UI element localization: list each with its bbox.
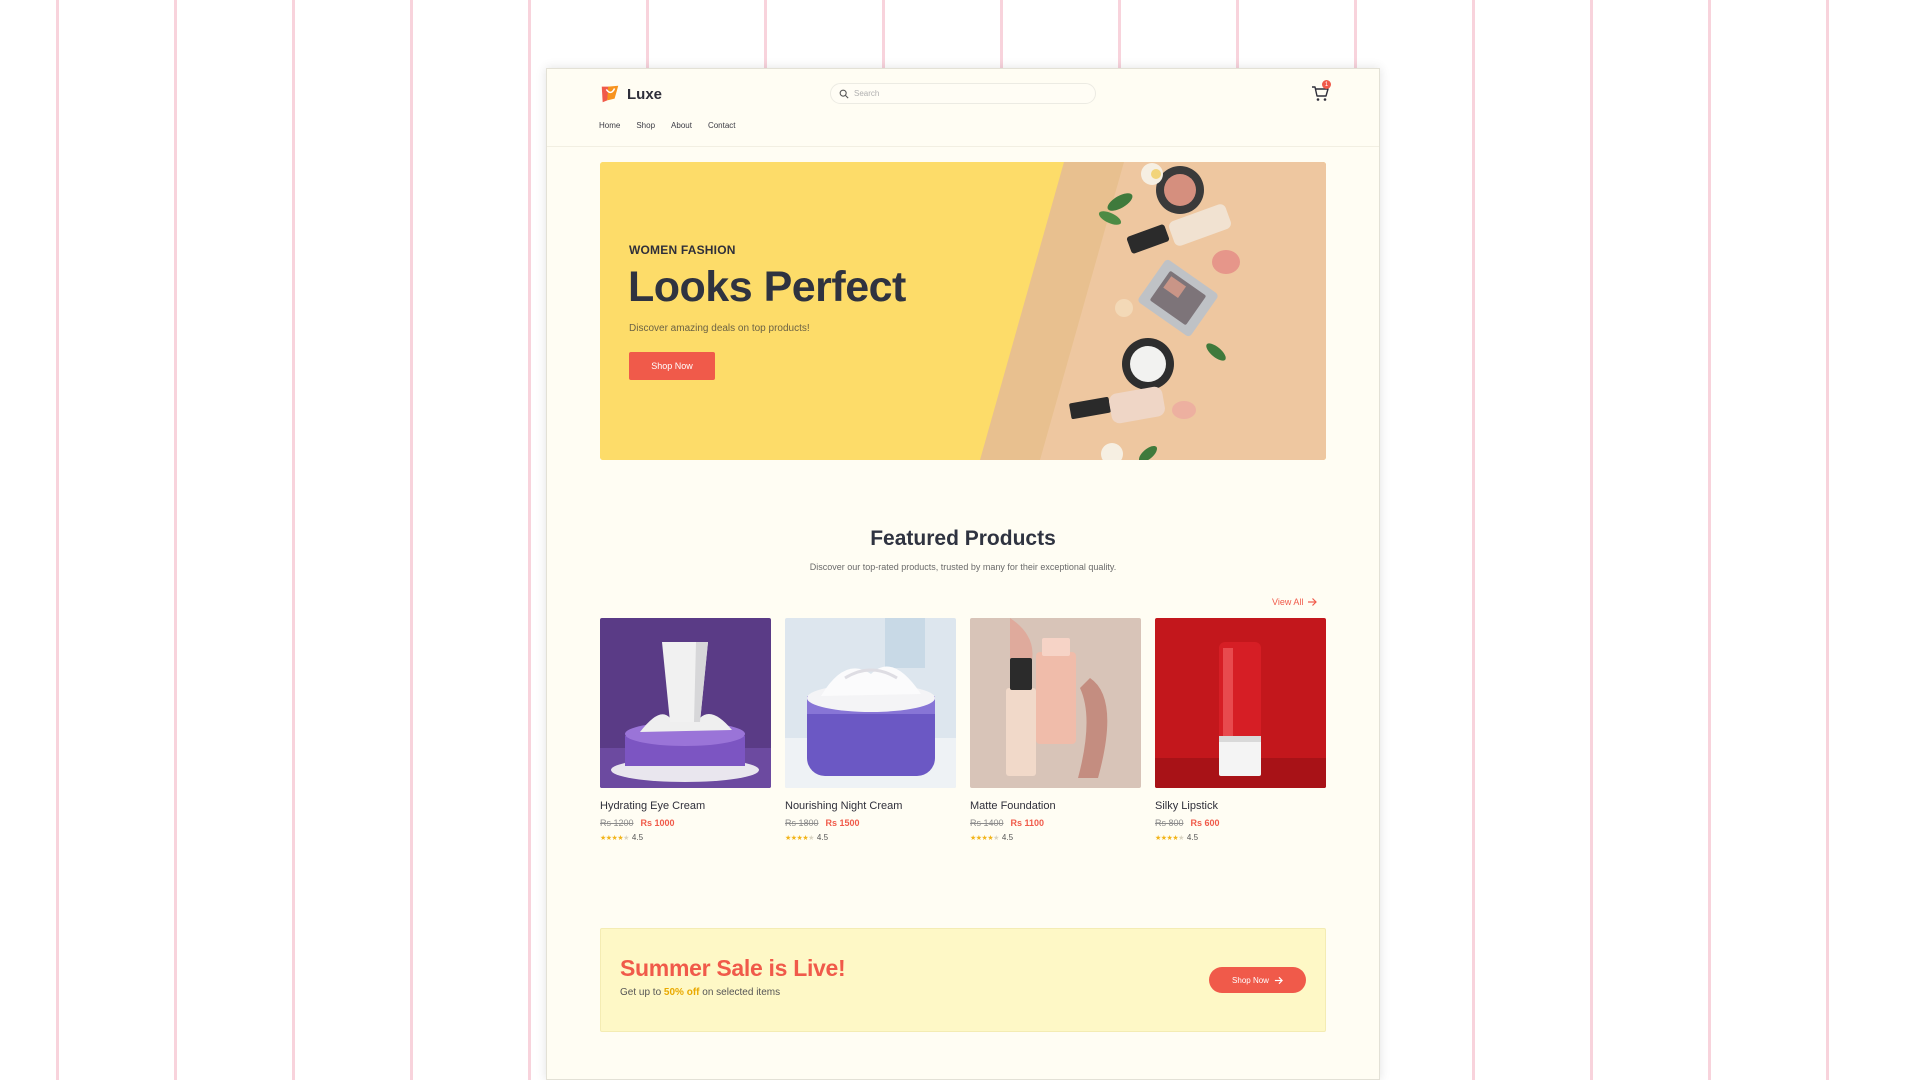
site-header: Luxe 1 Home Shop About Contact bbox=[547, 69, 1379, 147]
search-input[interactable] bbox=[854, 89, 1074, 98]
product-name[interactable]: Silky Lipstick bbox=[1155, 800, 1326, 812]
product-card[interactable]: Hydrating Eye Cream Rs 1200 Rs 1000 ★★★★… bbox=[600, 618, 771, 842]
star-icon: ★★★★★ bbox=[970, 834, 999, 842]
product-image-eye-cream[interactable] bbox=[600, 618, 771, 788]
product-name[interactable]: Hydrating Eye Cream bbox=[600, 800, 771, 812]
view-all-label: View All bbox=[1272, 597, 1304, 607]
featured-subtitle: Discover our top-rated products, trusted… bbox=[809, 562, 1117, 572]
old-price: Rs 1800 bbox=[785, 818, 819, 828]
summer-sale-banner: Summer Sale is Live! Get up to 50% off o… bbox=[600, 928, 1326, 1032]
brand-logo[interactable]: Luxe bbox=[599, 83, 662, 105]
star-icon: ★★★★★ bbox=[785, 834, 814, 842]
nav-shop[interactable]: Shop bbox=[636, 121, 655, 130]
hero-title: Looks Perfect bbox=[628, 263, 906, 311]
main-nav: Home Shop About Contact bbox=[599, 121, 736, 130]
product-image-lipstick[interactable] bbox=[1155, 618, 1326, 788]
product-name[interactable]: Matte Foundation bbox=[970, 800, 1141, 812]
star-icon: ★★★★★ bbox=[1155, 834, 1184, 842]
product-name[interactable]: Nourishing Night Cream bbox=[785, 800, 956, 812]
arrow-right-icon bbox=[1274, 976, 1283, 984]
sale-price: Rs 1500 bbox=[825, 818, 860, 828]
sale-text-after: on selected items bbox=[699, 987, 781, 998]
page-frame: Luxe 1 Home Shop About Contact bbox=[546, 68, 1380, 1080]
night-cream-jar-image bbox=[785, 618, 956, 788]
cart-count-badge: 1 bbox=[1322, 80, 1331, 89]
product-grid: Hydrating Eye Cream Rs 1200 Rs 1000 ★★★★… bbox=[600, 618, 1326, 858]
rating-value: 4.5 bbox=[1001, 833, 1014, 842]
nav-about[interactable]: About bbox=[671, 121, 692, 130]
search-bar[interactable] bbox=[830, 83, 1096, 104]
hero-banner: WOMEN FASHION Looks Perfect Discover ama… bbox=[600, 162, 1326, 460]
product-rating: ★★★★★ 4.5 bbox=[970, 833, 1141, 842]
product-card[interactable]: Silky Lipstick Rs 800 Rs 600 ★★★★★ 4.5 bbox=[1155, 618, 1326, 842]
hero-eyebrow: WOMEN FASHION bbox=[629, 243, 736, 257]
brand-name: Luxe bbox=[627, 85, 663, 103]
sale-shop-now-button[interactable]: Shop Now bbox=[1209, 967, 1306, 993]
featured-title: Featured Products bbox=[870, 527, 1056, 550]
product-rating: ★★★★★ 4.5 bbox=[600, 833, 771, 842]
foundation-bottle-image bbox=[970, 618, 1141, 788]
rating-value: 4.5 bbox=[631, 833, 644, 842]
product-rating: ★★★★★ 4.5 bbox=[785, 833, 956, 842]
rating-value: 4.5 bbox=[816, 833, 829, 842]
cart-button[interactable]: 1 bbox=[1310, 80, 1331, 103]
eye-cream-tube-image bbox=[600, 618, 771, 788]
sale-text-before: Get up to bbox=[620, 987, 664, 998]
logo-mark-icon bbox=[601, 85, 619, 103]
sale-price: Rs 1000 bbox=[640, 818, 675, 828]
product-card[interactable]: Nourishing Night Cream Rs 1800 Rs 1500 ★… bbox=[785, 618, 956, 842]
nav-home[interactable]: Home bbox=[599, 121, 620, 130]
old-price: Rs 800 bbox=[1155, 818, 1184, 828]
product-image-night-cream[interactable] bbox=[785, 618, 956, 788]
rating-value: 4.5 bbox=[1186, 833, 1199, 842]
sale-subtitle: Get up to 50% off on selected items bbox=[620, 987, 780, 998]
sale-button-label: Shop Now bbox=[1232, 975, 1269, 985]
view-all-link[interactable]: View All bbox=[1272, 597, 1318, 607]
old-price: Rs 1400 bbox=[970, 818, 1004, 828]
hero-subtitle: Discover amazing deals on top products! bbox=[629, 323, 810, 334]
sale-price: Rs 1100 bbox=[1010, 818, 1045, 828]
star-icon: ★★★★★ bbox=[600, 834, 629, 842]
arrow-right-icon bbox=[1308, 598, 1318, 606]
product-rating: ★★★★★ 4.5 bbox=[1155, 833, 1326, 842]
product-price: Rs 1400 Rs 1100 bbox=[970, 818, 1141, 828]
lipstick-image bbox=[1155, 618, 1326, 788]
product-price: Rs 1200 Rs 1000 bbox=[600, 818, 771, 828]
sale-price: Rs 600 bbox=[1190, 818, 1220, 828]
product-price: Rs 800 Rs 600 bbox=[1155, 818, 1326, 828]
old-price: Rs 1200 bbox=[600, 818, 634, 828]
nav-contact[interactable]: Contact bbox=[708, 121, 736, 130]
search-icon bbox=[839, 89, 849, 99]
sale-discount-highlight: 50% off bbox=[663, 987, 700, 998]
hero-shop-now-button[interactable]: Shop Now bbox=[629, 352, 715, 380]
product-price: Rs 1800 Rs 1500 bbox=[785, 818, 956, 828]
sale-title: Summer Sale is Live! bbox=[620, 955, 846, 981]
product-card[interactable]: Matte Foundation Rs 1400 Rs 1100 ★★★★★ 4… bbox=[970, 618, 1141, 842]
product-image-foundation[interactable] bbox=[970, 618, 1141, 788]
